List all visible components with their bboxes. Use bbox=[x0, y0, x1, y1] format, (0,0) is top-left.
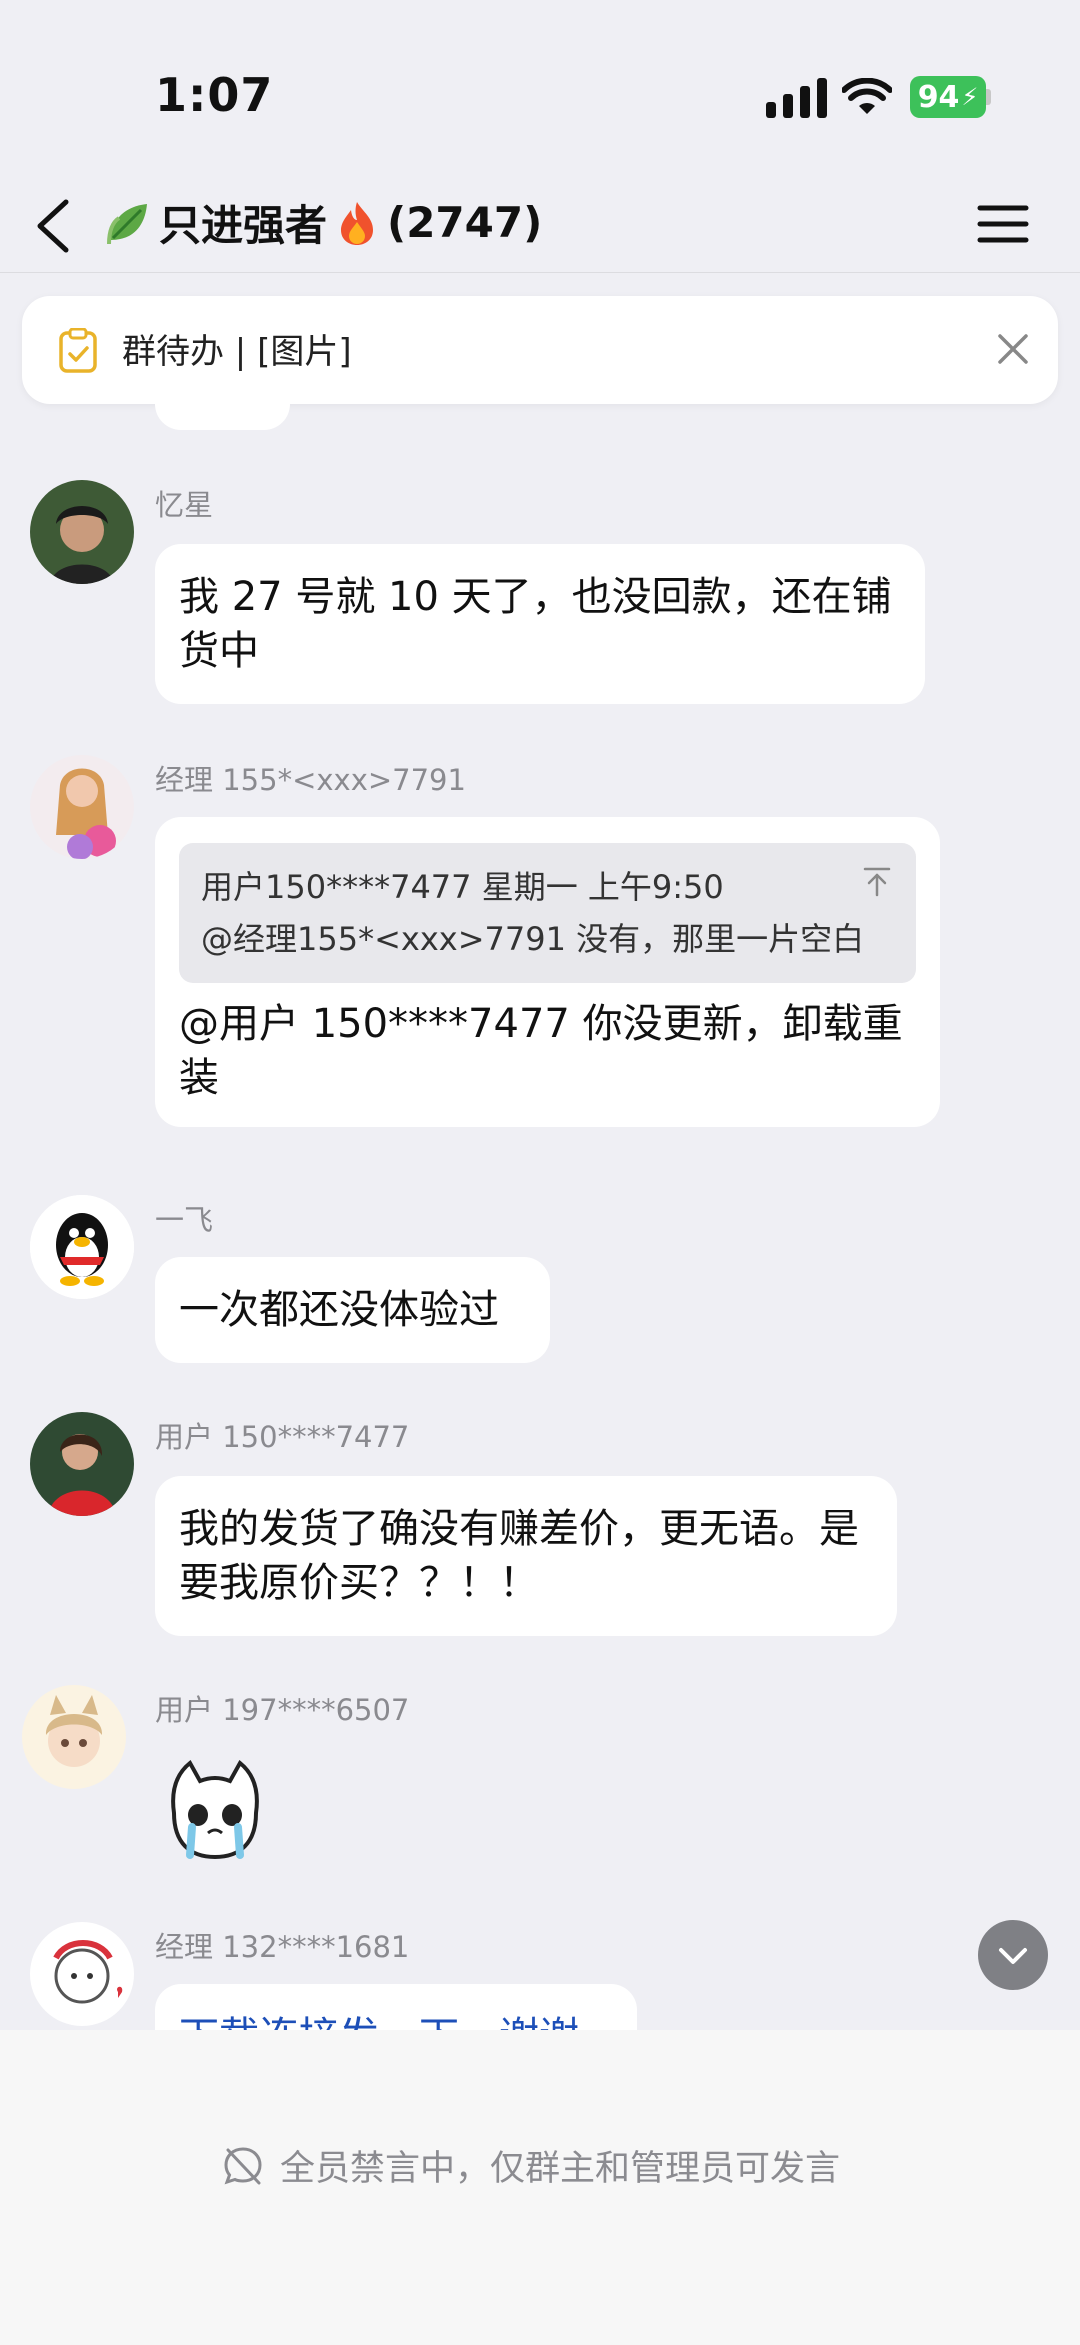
avatar[interactable] bbox=[22, 1685, 126, 1789]
sender-name: 经理 132****1681 bbox=[155, 1930, 410, 1964]
previous-message-bubble bbox=[155, 390, 290, 430]
sender-name: 忆星 bbox=[155, 488, 214, 522]
close-icon[interactable] bbox=[990, 326, 1036, 372]
message-bubble[interactable]: 我的发货了确没有赚差价，更无语。是要我原价买？？！！ bbox=[155, 1476, 897, 1636]
avatar[interactable] bbox=[30, 1195, 134, 1299]
jump-to-quote-icon[interactable] bbox=[860, 865, 894, 899]
message-bubble[interactable]: 一次都还没体验过 bbox=[155, 1257, 550, 1363]
battery-level: 94 bbox=[917, 79, 960, 115]
sender-name: 一飞 bbox=[155, 1203, 214, 1237]
sender-name: 用户 197****6507 bbox=[155, 1693, 410, 1727]
message-bubble[interactable]: 用户150****7477 星期一 上午9:50 @经理155*<xxx>779… bbox=[155, 817, 940, 1127]
scroll-to-bottom-button[interactable] bbox=[978, 1920, 1048, 1990]
muted-chat-icon bbox=[224, 2146, 262, 2184]
input-bar-muted: 全员禁言中，仅群主和管理员可发言 bbox=[0, 2030, 1080, 2345]
mute-notice: 全员禁言中，仅群主和管理员可发言 bbox=[222, 2140, 840, 2191]
cellular-signal-icon bbox=[766, 78, 827, 118]
charging-bolt-icon: ⚡ bbox=[961, 83, 979, 111]
battery-tip bbox=[986, 89, 991, 105]
member-count: (2747) bbox=[387, 198, 543, 247]
menu-icon[interactable] bbox=[976, 194, 1030, 254]
quote-text: @经理155*<xxx>7791 没有，那里一片空白 bbox=[201, 920, 865, 958]
quoted-message[interactable]: 用户150****7477 星期一 上午9:50 @经理155*<xxx>779… bbox=[179, 843, 916, 983]
todo-text: 群待办 | [图片] bbox=[122, 332, 352, 372]
chevron-down-icon bbox=[999, 1948, 1027, 1964]
back-arrow-icon[interactable] bbox=[30, 188, 90, 264]
avatar[interactable] bbox=[30, 755, 134, 859]
sender-name: 用户 150****7477 bbox=[155, 1420, 410, 1454]
wifi-icon bbox=[842, 78, 892, 114]
avatar[interactable] bbox=[30, 1922, 134, 2026]
message-text: 一次都还没体验过 bbox=[179, 1287, 499, 1333]
fire-icon bbox=[341, 201, 374, 245]
message-text: 我的发货了确没有赚差价，更无语。是要我原价买？？！！ bbox=[179, 1506, 859, 1606]
leaf-icon bbox=[107, 203, 147, 244]
todo-clipboard-icon bbox=[59, 328, 97, 373]
quote-header: 用户150****7477 星期一 上午9:50 bbox=[201, 868, 724, 906]
message-text: @用户 150****7477 你没更新，卸载重装 bbox=[179, 1001, 903, 1101]
avatar[interactable] bbox=[30, 480, 134, 584]
chat-header: 只进强者 (2747) bbox=[0, 180, 1080, 273]
group-todo-banner[interactable]: 群待办 | [图片] bbox=[22, 296, 1058, 404]
crying-cat-sticker[interactable] bbox=[160, 1753, 270, 1863]
group-title[interactable]: 只进强者 (2747) bbox=[105, 192, 542, 253]
message-bubble[interactable]: 我 27 号就 10 天了，也没回款，还在铺货中 bbox=[155, 544, 925, 704]
battery-indicator: 94 ⚡ bbox=[910, 76, 986, 118]
avatar[interactable] bbox=[30, 1412, 134, 1516]
message-text: 我 27 号就 10 天了，也没回款，还在铺货中 bbox=[179, 574, 892, 674]
status-bar: 1:07 94 ⚡ bbox=[0, 0, 1080, 180]
sender-name: 经理 155*<xxx>7791 bbox=[155, 763, 466, 797]
mute-text: 全员禁言中，仅群主和管理员可发言 bbox=[280, 2149, 841, 2189]
group-name: 只进强者 bbox=[159, 201, 328, 250]
status-time: 1:07 bbox=[155, 68, 274, 122]
